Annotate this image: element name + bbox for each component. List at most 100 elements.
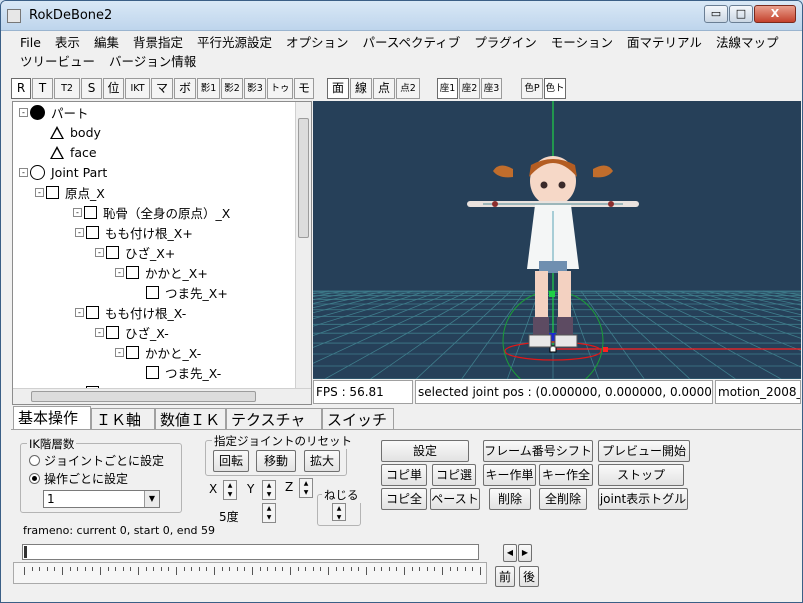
preview-start-button[interactable]: プレビュー開始 bbox=[598, 440, 690, 462]
tree-item[interactable]: つま先_X+ bbox=[135, 282, 228, 302]
tab-ik-axis[interactable]: ＩＫ軸 bbox=[91, 408, 155, 430]
menu-item-6[interactable]: パースペクティブ bbox=[356, 34, 468, 52]
menu-item-2[interactable]: 編集 bbox=[87, 34, 126, 52]
keyframe-timeline[interactable] bbox=[13, 562, 487, 584]
tab-numeric-ik[interactable]: 数値ＩＫ bbox=[155, 408, 226, 430]
tree-item[interactable]: - ひざ_X- bbox=[95, 322, 169, 342]
toolbar-left-button-0[interactable]: R bbox=[11, 78, 31, 99]
y-spinner[interactable]: ▲ ▼ bbox=[262, 480, 276, 500]
title-bar[interactable]: RokDeBone2 ▭ □ X bbox=[1, 1, 802, 31]
toolbar-left-button-9[interactable]: 影2 bbox=[221, 78, 243, 99]
menu-item-4[interactable]: 平行光源設定 bbox=[190, 34, 279, 52]
toolbar-color-button-1[interactable]: 色ト bbox=[544, 78, 566, 99]
tree-item[interactable]: - 恥骨（全身の原点）_X bbox=[73, 202, 230, 222]
toolbar-left-button-4[interactable]: 位 bbox=[103, 78, 124, 99]
copy-select-button[interactable]: コピ選 bbox=[432, 464, 476, 486]
menu-item-10[interactable]: 法線マップ bbox=[709, 34, 786, 52]
toolbar-view-button-2[interactable]: 点 bbox=[373, 78, 395, 99]
toolbar-left-button-10[interactable]: 影3 bbox=[244, 78, 266, 99]
toolbar-view-button-1[interactable]: 線 bbox=[350, 78, 372, 99]
reset-rotate-button[interactable]: 回転 bbox=[213, 450, 249, 472]
frame-slider[interactable] bbox=[22, 544, 479, 560]
key-single-button[interactable]: キー作単 bbox=[483, 464, 536, 486]
menu-item-7[interactable]: プラグイン bbox=[467, 34, 544, 52]
toolbar-left-button-6[interactable]: マ bbox=[151, 78, 173, 99]
toolbar-coords-button-0[interactable]: 座1 bbox=[437, 78, 458, 99]
settings-button[interactable]: 設定 bbox=[381, 440, 469, 462]
tree-item[interactable]: - かかと_X+ bbox=[115, 262, 208, 282]
toolbar-left-button-3[interactable]: S bbox=[81, 78, 102, 99]
reset-scale-button[interactable]: 拡大 bbox=[304, 450, 340, 472]
frame-next-arrow-icon[interactable]: ▶ bbox=[518, 544, 532, 562]
joint-tree[interactable]: - パート body face - Joint Part - 原点_X - 恥骨（全身の原点）_X… bbox=[12, 101, 312, 405]
tree-item[interactable]: - かかと_X- bbox=[115, 342, 201, 362]
tree-item[interactable]: - もも付け根_X- bbox=[75, 302, 186, 322]
toolbar-view-button-0[interactable]: 面 bbox=[327, 78, 349, 99]
tree-vscroll-thumb[interactable] bbox=[298, 118, 309, 238]
menu-item-3[interactable]: 背景指定 bbox=[126, 34, 190, 52]
tree-item[interactable]: - ひざ_X+ bbox=[95, 242, 175, 262]
reset-move-button[interactable]: 移動 bbox=[256, 450, 296, 472]
stop-button[interactable]: ストップ bbox=[598, 464, 684, 486]
tree-item[interactable]: - Joint Part bbox=[19, 162, 107, 182]
frame-prev-arrow-icon[interactable]: ◀ bbox=[503, 544, 517, 562]
menu-item-1[interactable]: 表示 bbox=[48, 34, 87, 52]
tree-collapse-icon[interactable]: - bbox=[115, 267, 124, 277]
tree-collapse-icon[interactable]: - bbox=[73, 207, 82, 217]
toolbar-coords-button-2[interactable]: 座3 bbox=[481, 78, 502, 99]
toolbar-left-button-8[interactable]: 影1 bbox=[197, 78, 220, 99]
twist-spinner[interactable]: ▲ ▼ bbox=[332, 503, 346, 521]
toolbar-coords-button-1[interactable]: 座2 bbox=[459, 78, 480, 99]
tree-item[interactable]: - もも付け根_X+ bbox=[75, 222, 193, 242]
tree-collapse-icon[interactable]: - bbox=[115, 347, 124, 357]
tree-collapse-icon[interactable]: - bbox=[95, 247, 104, 257]
menu-item-row2-1[interactable]: バージョン情報 bbox=[102, 53, 203, 71]
delete-button[interactable]: 削除 bbox=[489, 488, 531, 510]
tree-collapse-icon[interactable]: - bbox=[75, 227, 84, 237]
minimize-button[interactable]: ▭ bbox=[704, 5, 728, 23]
menu-item-8[interactable]: モーション bbox=[544, 34, 620, 52]
copy-all-button[interactable]: コピ全 bbox=[381, 488, 427, 510]
tree-collapse-icon[interactable]: - bbox=[75, 307, 84, 317]
toolbar-left-button-12[interactable]: モ bbox=[294, 78, 314, 99]
menu-item-5[interactable]: オプション bbox=[279, 34, 356, 52]
tree-collapse-icon[interactable]: - bbox=[19, 107, 28, 117]
frame-slider-thumb[interactable] bbox=[24, 546, 27, 558]
tab-switch[interactable]: スイッチ bbox=[322, 408, 394, 430]
tree-vertical-scrollbar[interactable] bbox=[295, 102, 311, 388]
toolbar-left-button-7[interactable]: ボ bbox=[174, 78, 196, 99]
prev-key-button[interactable]: 前 bbox=[495, 566, 515, 587]
menu-item-9[interactable]: 面マテリアル bbox=[620, 34, 709, 52]
paste-button[interactable]: ペースト bbox=[430, 488, 480, 510]
menu-item-row2-0[interactable]: ツリービュー bbox=[13, 53, 102, 71]
next-key-button[interactable]: 後 bbox=[519, 566, 539, 587]
maximize-button[interactable]: □ bbox=[729, 5, 753, 23]
tree-hscroll-thumb[interactable] bbox=[31, 391, 256, 402]
tree-item[interactable]: face bbox=[39, 142, 97, 162]
tree-item[interactable]: - パート bbox=[19, 102, 89, 122]
toolbar-left-button-11[interactable]: トゥ bbox=[267, 78, 293, 99]
tree-collapse-icon[interactable]: - bbox=[95, 327, 104, 337]
toolbar-color-button-0[interactable]: 色P bbox=[521, 78, 543, 99]
x-spinner[interactable]: ▲ ▼ bbox=[223, 480, 237, 500]
menu-item-0[interactable]: File bbox=[13, 34, 48, 52]
tree-item[interactable]: body bbox=[39, 122, 101, 142]
tab-basic[interactable]: 基本操作 bbox=[13, 406, 91, 431]
tree-horizontal-scrollbar[interactable] bbox=[13, 388, 311, 404]
tree-item[interactable]: つま先_X- bbox=[135, 362, 221, 382]
radio-per-joint[interactable]: ジョイントごとに設定 bbox=[29, 452, 164, 469]
tree-collapse-icon[interactable]: - bbox=[19, 167, 28, 177]
toolbar-view-button-3[interactable]: 点2 bbox=[396, 78, 420, 99]
key-all-button[interactable]: キー作全 bbox=[539, 464, 593, 486]
step-spinner[interactable]: ▲ ▼ bbox=[262, 503, 276, 523]
radio-per-joint-indicator[interactable] bbox=[29, 455, 40, 466]
radio-per-operation-indicator[interactable] bbox=[29, 473, 40, 484]
z-spinner[interactable]: ▲ ▼ bbox=[299, 478, 313, 498]
toolbar-left-button-5[interactable]: IKT bbox=[125, 78, 150, 99]
delete-all-button[interactable]: 全削除 bbox=[539, 488, 587, 510]
copy-single-button[interactable]: コピ単 bbox=[381, 464, 427, 486]
tree-collapse-icon[interactable]: - bbox=[35, 187, 44, 197]
tab-texture[interactable]: テクスチャ bbox=[226, 408, 322, 430]
ik-depth-select[interactable]: 1 ▼ bbox=[43, 490, 160, 508]
close-button[interactable]: X bbox=[754, 5, 796, 23]
